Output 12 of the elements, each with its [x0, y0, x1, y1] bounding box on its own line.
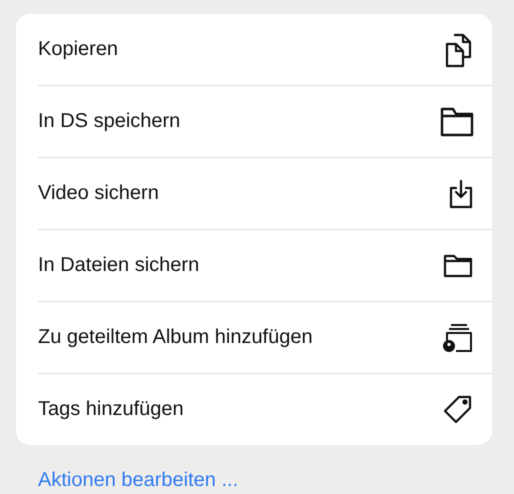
tag-icon: [442, 394, 474, 426]
action-item[interactable]: Zu geteiltem Album hinzufügen: [38, 302, 492, 373]
action-item[interactable]: Kopieren: [38, 14, 492, 85]
action-item[interactable]: Video sichern: [38, 158, 492, 229]
download-icon: [448, 178, 474, 208]
action-item[interactable]: In DS speichern: [38, 86, 492, 157]
folder-icon: [440, 106, 474, 136]
shared-album-icon: [442, 322, 474, 354]
copy-icon: [444, 32, 474, 68]
action-item[interactable]: Tags hinzufügen: [38, 374, 492, 445]
action-item[interactable]: In Dateien sichern: [38, 230, 492, 301]
folder-icon: [442, 254, 474, 278]
